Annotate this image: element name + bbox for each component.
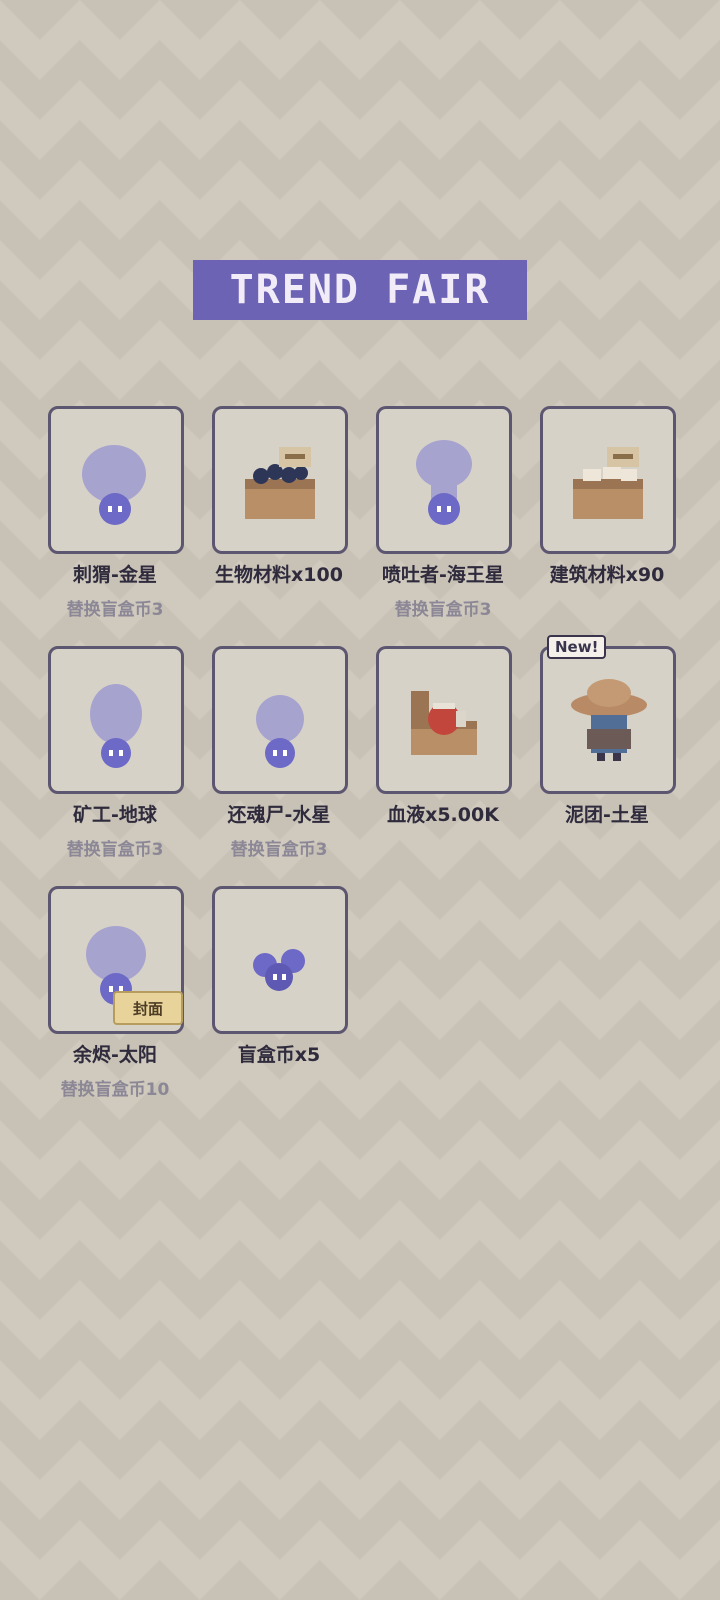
blind-box-coins-icon [253,949,305,991]
reward-card[interactable] [212,646,348,794]
reward-label: 还魂尸-水星 [227,804,331,826]
reward-label: 盲盒币x5 [237,1044,321,1066]
reward-replace-cost: 替换盲盒币10 [60,1080,170,1100]
reward-item-mercury-revenant[interactable]: 还魂尸-水星 替换盲盒币3 [212,646,348,886]
cover-tag: 封面 [113,991,183,1025]
reward-item-bio-materials[interactable]: 生物材料x100 [212,406,348,646]
new-badge: New! [547,635,607,659]
box-white-materials-icon [573,447,643,519]
reward-replace-cost: 替换盲盒币3 [66,600,164,620]
reward-card[interactable] [212,406,348,554]
reward-card[interactable] [376,646,512,794]
ghost-blob-icon [416,440,472,525]
reward-label: 生物材料x100 [215,564,343,586]
reward-card[interactable] [540,406,676,554]
straw-hat-character-icon [571,679,647,761]
reward-item-sun-ember[interactable]: 封面 余烬-太阳 替换盲盒币10 [48,886,184,1126]
reward-label: 刺猬-金星 [73,564,157,586]
reward-label: 余烬-太阳 [73,1044,157,1066]
reward-label: 血液x5.00K [387,804,499,826]
reward-label: 喷吐者-海王星 [382,564,504,586]
reward-label: 矿工-地球 [73,804,157,826]
blood-box-icon [411,691,477,755]
reward-item-saturn-mudball[interactable]: New! 泥团-土星 [540,635,676,886]
reward-label: 建筑材料x90 [549,564,665,586]
reward-card[interactable] [48,406,184,554]
reward-card[interactable]: New! [540,635,676,794]
reward-label: 泥团-土星 [565,804,649,826]
ghost-blob-icon [256,695,304,768]
reward-replace-cost: 替换盲盒币3 [230,840,328,860]
ghost-blob-icon [82,445,146,525]
reward-card[interactable] [48,646,184,794]
reward-replace-cost: 替换盲盒币3 [394,600,492,620]
page-title: TREND FAIR [229,267,491,313]
reward-card[interactable] [376,406,512,554]
reward-item-earth-miner[interactable]: 矿工-地球 替换盲盒币3 [48,646,184,886]
reward-card[interactable] [212,886,348,1034]
reward-item-building-materials[interactable]: 建筑材料x90 [540,406,676,646]
title-banner: TREND FAIR [193,260,527,320]
reward-replace-cost: 替换盲盒币3 [66,840,164,860]
reward-item-neptune-spitter[interactable]: 喷吐者-海王星 替换盲盒币3 [376,406,512,646]
reward-card[interactable]: 封面 [48,886,184,1034]
reward-item-venus-hedgehog[interactable]: 刺猬-金星 替换盲盒币3 [48,406,184,646]
ghost-blob-icon [90,684,142,768]
reward-item-blood[interactable]: 血液x5.00K [376,646,512,886]
reward-item-blind-box-coins[interactable]: 盲盒币x5 [212,886,348,1126]
box-black-materials-icon [245,447,315,519]
